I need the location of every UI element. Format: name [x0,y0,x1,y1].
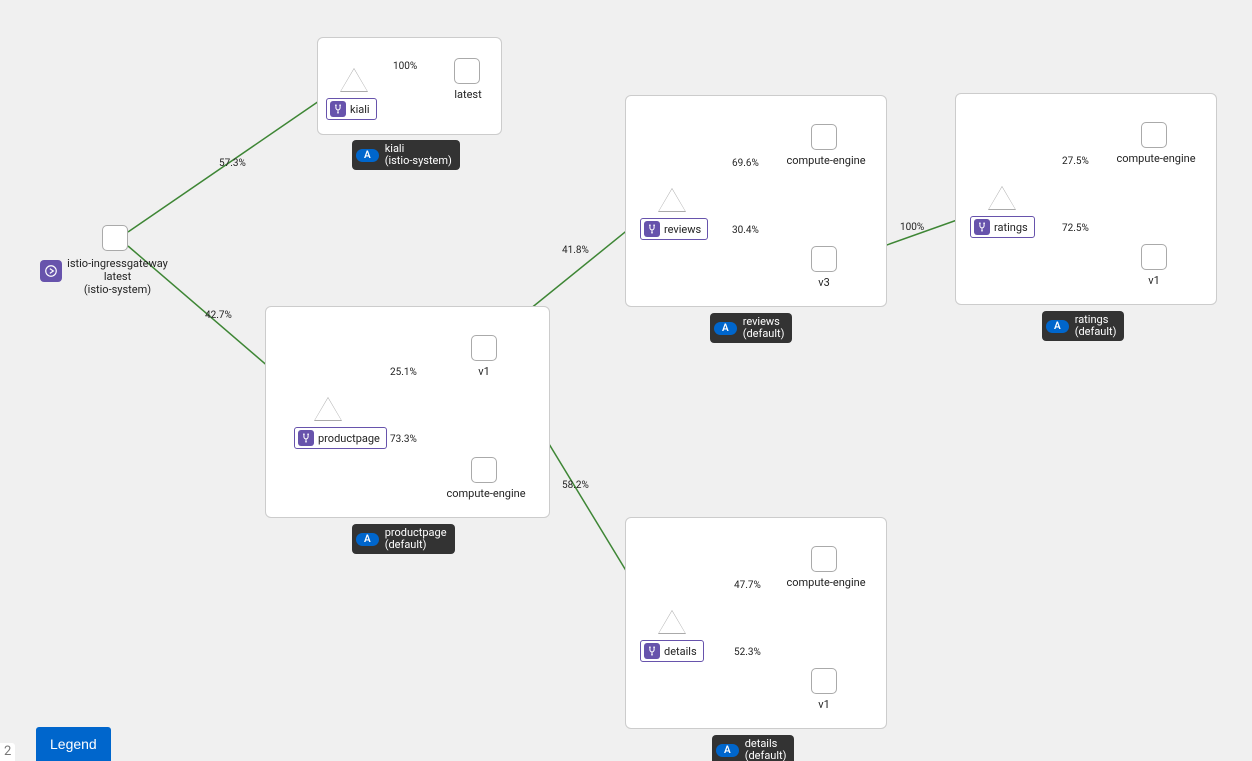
service-details-triangle[interactable] [659,611,685,633]
virtual-service-icon [644,221,660,237]
edge-label-productpage-v1: 25.1% [390,367,417,378]
group-productpage[interactable]: productpage v1 compute-engine [265,306,550,518]
node-reviews-v3-label: v3 [816,276,832,289]
service-ratings-name: ratings [994,221,1028,234]
node-kiali-latest-label: latest [450,88,486,101]
node-reviews-compute-engine[interactable] [811,124,837,150]
root-badge-icon [40,260,62,282]
node-productpage-v1-label: v1 [476,365,492,378]
service-kiali-name: kiali [350,103,370,116]
app-badge: A [1046,320,1069,333]
group-kiali-label: A kiali(istio-system) [352,140,460,170]
app-badge: A [716,744,739,757]
node-productpage-compute-engine[interactable] [471,457,497,483]
node-ratings-compute-engine[interactable] [1141,122,1167,148]
group-details[interactable]: details compute-engine v1 [625,517,887,729]
group-ratings[interactable]: ratings compute-engine v1 [955,93,1217,305]
node-istio-ingressgateway[interactable] [102,225,128,251]
service-ratings-label: ratings [970,216,1035,238]
edge-label-details-v1: 52.3% [734,647,761,658]
node-productpage-v1[interactable] [471,335,497,361]
node-istio-ingressgateway-label: istio-ingressgateway latest (istio-syste… [60,257,175,296]
node-reviews-v3[interactable] [811,246,837,272]
service-reviews-triangle[interactable] [659,189,685,211]
node-details-v1[interactable] [811,668,837,694]
service-details-name: details [664,645,697,658]
edge-label-v3-ratings: 100% [900,222,924,233]
edge-label-details-ce: 47.7% [734,580,761,591]
service-reviews-label: reviews [640,218,708,240]
node-details-v1-label: v1 [816,698,832,711]
group-kiali[interactable]: kiali latest [317,37,502,135]
edge-label-kiali-latest: 100% [393,61,417,72]
edge-label-productpage-ce: 73.3% [390,434,417,445]
edge-label-ratings-ce: 27.5% [1062,156,1089,167]
service-kiali-label: kiali [326,98,377,120]
service-graph-canvas[interactable]: istio-ingressgateway latest (istio-syste… [0,0,1252,761]
service-productpage-triangle[interactable] [315,398,341,420]
edge-label-reviews-v3: 30.4% [732,225,759,236]
virtual-service-icon [298,430,314,446]
root-label-line2: latest [104,270,131,283]
edge-label-root-kiali: 57.3% [219,158,246,169]
node-ratings-v1[interactable] [1141,244,1167,270]
group-ratings-label: A ratings(default) [1042,311,1124,341]
node-details-compute-engine[interactable] [811,546,837,572]
corner-mark: 2 [0,743,15,761]
app-badge: A [714,322,737,335]
group-productpage-label: A productpage(default) [352,524,455,554]
edge-label-root-productpage: 42.7% [205,310,232,321]
service-kiali-triangle[interactable] [341,69,367,91]
edge-label-reviews-ce: 69.6% [732,158,759,169]
node-kiali-latest[interactable] [454,58,480,84]
virtual-service-icon [644,643,660,659]
virtual-service-icon [330,101,346,117]
service-ratings-triangle[interactable] [989,187,1015,209]
app-badge: A [356,533,379,546]
service-details-label: details [640,640,704,662]
group-details-label: A details(default) [712,735,794,761]
edge-label-ratings-v1: 72.5% [1062,223,1089,234]
service-reviews-name: reviews [664,223,701,236]
node-productpage-ce-label: compute-engine [441,487,531,500]
node-ratings-v1-label: v1 [1146,274,1162,287]
group-reviews[interactable]: reviews compute-engine v3 [625,95,887,307]
service-productpage-name: productpage [318,432,380,445]
legend-button[interactable]: Legend [36,727,111,761]
app-badge: A [356,149,379,162]
root-label-line1: istio-ingressgateway [67,257,168,270]
service-productpage-label: productpage [294,427,387,449]
edge-label-v1-reviews: 41.8% [562,245,589,256]
root-label-line3: (istio-system) [84,283,151,296]
group-reviews-label: A reviews(default) [710,313,792,343]
node-reviews-ce-label: compute-engine [781,154,871,167]
node-details-ce-label: compute-engine [781,576,871,589]
node-ratings-ce-label: compute-engine [1111,152,1201,165]
virtual-service-icon [974,219,990,235]
edge-label-v1-details: 58.2% [562,480,589,491]
